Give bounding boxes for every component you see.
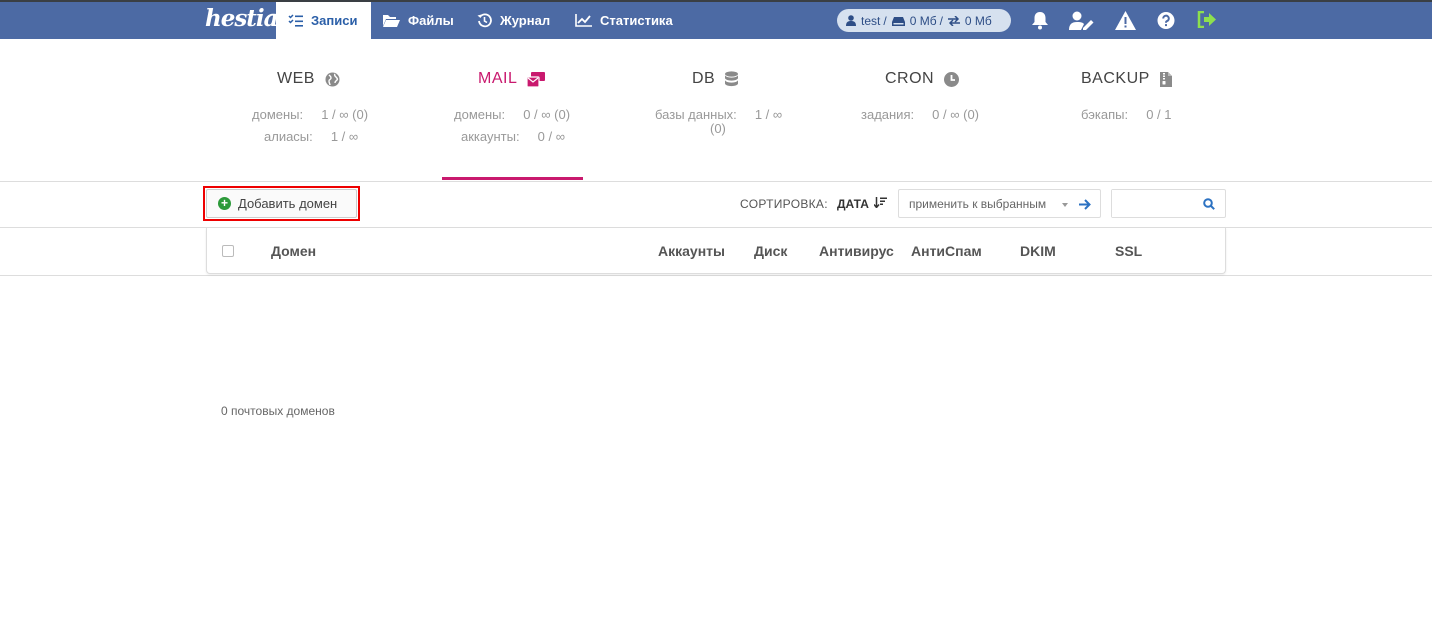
table-header: Домен Аккаунты Диск Антивирус АнтиСпам D… xyxy=(206,228,1226,274)
stat-value: 1 / ∞ xyxy=(754,107,783,122)
mail-bulk-icon xyxy=(527,71,546,87)
divider xyxy=(0,181,1432,182)
column-header-antispam[interactable]: АнтиСпам xyxy=(911,243,982,259)
stat-label: задания: xyxy=(861,107,915,122)
column-header-accounts[interactable]: Аккаунты xyxy=(658,243,725,259)
hdd-icon xyxy=(891,16,905,26)
stat-backup[interactable]: BACKUP xyxy=(1081,70,1172,88)
user-usage-pill[interactable]: test / 0 Мб / 0 Мб xyxy=(837,9,1011,32)
bulk-action-select[interactable]: применить к выбранным xyxy=(898,189,1101,218)
stat-mail-row-accounts: аккаунты: 0 / ∞ xyxy=(461,129,565,144)
stat-label: аккаунты: xyxy=(461,129,520,144)
arrow-right-icon[interactable] xyxy=(1079,199,1091,210)
search-box xyxy=(1111,189,1226,218)
stat-label: базы данных: xyxy=(655,107,737,122)
column-header-ssl[interactable]: SSL xyxy=(1115,243,1142,259)
stat-label: алиасы: xyxy=(264,129,313,144)
column-header-dkim[interactable]: DKIM xyxy=(1020,243,1056,259)
stat-mail-row-domains: домены: 0 / ∞ (0) xyxy=(454,107,570,122)
stat-label: домены: xyxy=(454,107,506,122)
stat-web[interactable]: WEB xyxy=(277,70,340,88)
column-header-antivirus[interactable]: Антивирус xyxy=(819,243,894,259)
nav-log[interactable]: Журнал xyxy=(477,2,550,39)
stat-value: (0) xyxy=(710,121,726,136)
list-check-icon xyxy=(288,14,303,27)
nav-stats-label: Статистика xyxy=(600,13,673,28)
stat-label: домены: xyxy=(252,107,304,122)
stat-value: 1 / ∞ (0) xyxy=(321,107,369,122)
warning-icon[interactable] xyxy=(1115,11,1136,30)
user-name: test xyxy=(861,13,881,28)
sort-amount-down-icon xyxy=(873,197,888,209)
add-domain-button[interactable]: + Добавить домен xyxy=(206,189,357,218)
search-input[interactable] xyxy=(1112,190,1197,217)
user-icon xyxy=(846,15,856,26)
bell-icon[interactable] xyxy=(1031,11,1049,30)
bulk-action-label: применить к выбранным xyxy=(909,196,1047,211)
column-header-domain[interactable]: Домен xyxy=(271,243,316,259)
help-icon[interactable] xyxy=(1157,11,1175,30)
search-icon[interactable] xyxy=(1203,198,1215,210)
stat-cron-title: CRON xyxy=(885,70,935,87)
column-header-disk[interactable]: Диск xyxy=(754,243,787,259)
stat-db-row-suspended: (0) xyxy=(710,121,726,136)
top-navigation-bar: hestia Записи Файлы Журнал Статистика te… xyxy=(0,0,1432,39)
sort-label: СОРТИРОВКА: xyxy=(740,197,828,211)
sort-toggle[interactable]: ДАТА xyxy=(837,197,888,211)
stat-mail[interactable]: MAIL xyxy=(478,70,546,88)
stat-db-row-databases: базы данных: 1 / ∞ xyxy=(655,107,782,122)
stat-db-title: DB xyxy=(692,70,716,87)
mail-domains-count: 0 почтовых доменов xyxy=(221,404,335,418)
stat-backup-row-backups: бэкапы: 0 / 1 xyxy=(1081,107,1172,122)
separator-slash: / xyxy=(939,13,943,28)
user-edit-icon[interactable] xyxy=(1069,11,1094,30)
logout-icon[interactable] xyxy=(1197,11,1216,28)
chart-line-icon xyxy=(575,14,592,27)
divider xyxy=(0,275,1432,276)
globe-icon xyxy=(325,72,340,86)
select-all-checkbox[interactable] xyxy=(222,245,234,257)
nav-records-label: Записи xyxy=(311,13,358,28)
stat-value: 0 / 1 xyxy=(1146,107,1172,122)
stat-value: 0 / ∞ (0) xyxy=(932,107,980,122)
hestia-logo[interactable]: hestia xyxy=(205,5,279,32)
stat-backup-title: BACKUP xyxy=(1081,70,1150,87)
stat-web-title: WEB xyxy=(277,70,315,87)
folder-open-icon xyxy=(383,15,400,27)
add-domain-label: Добавить домен xyxy=(238,196,338,211)
stat-web-row-domains: домены: 1 / ∞ (0) xyxy=(252,107,368,122)
nav-files[interactable]: Файлы xyxy=(382,2,454,39)
plus-circle-icon: + xyxy=(218,197,231,210)
nav-files-label: Файлы xyxy=(408,13,454,28)
history-icon xyxy=(477,13,492,28)
stat-web-row-aliases: алиасы: 1 / ∞ xyxy=(264,129,358,144)
clock-icon xyxy=(944,71,960,87)
stat-db[interactable]: DB xyxy=(692,70,739,88)
stat-value: 0 / ∞ xyxy=(537,129,565,144)
stat-cron[interactable]: CRON xyxy=(885,70,960,88)
stat-value: 1 / ∞ xyxy=(330,129,359,144)
stat-cron-row-jobs: задания: 0 / ∞ (0) xyxy=(861,107,979,122)
sort-value: ДАТА xyxy=(837,197,869,211)
stat-label: бэкапы: xyxy=(1081,107,1129,122)
database-icon xyxy=(725,71,739,87)
nav-records[interactable]: Записи xyxy=(276,2,371,39)
caret-down-icon xyxy=(1062,203,1068,207)
separator-slash: / xyxy=(883,13,887,28)
active-tab-underline xyxy=(442,177,583,180)
stat-value: 0 / ∞ (0) xyxy=(523,107,571,122)
bandwidth-usage: 0 Мб xyxy=(964,13,992,28)
file-archive-icon xyxy=(1159,71,1172,87)
nav-log-label: Журнал xyxy=(500,13,551,28)
exchange-icon xyxy=(947,15,960,26)
nav-stats[interactable]: Статистика xyxy=(575,2,673,39)
disk-usage: 0 Мб xyxy=(909,13,937,28)
stat-mail-title: MAIL xyxy=(478,70,518,87)
